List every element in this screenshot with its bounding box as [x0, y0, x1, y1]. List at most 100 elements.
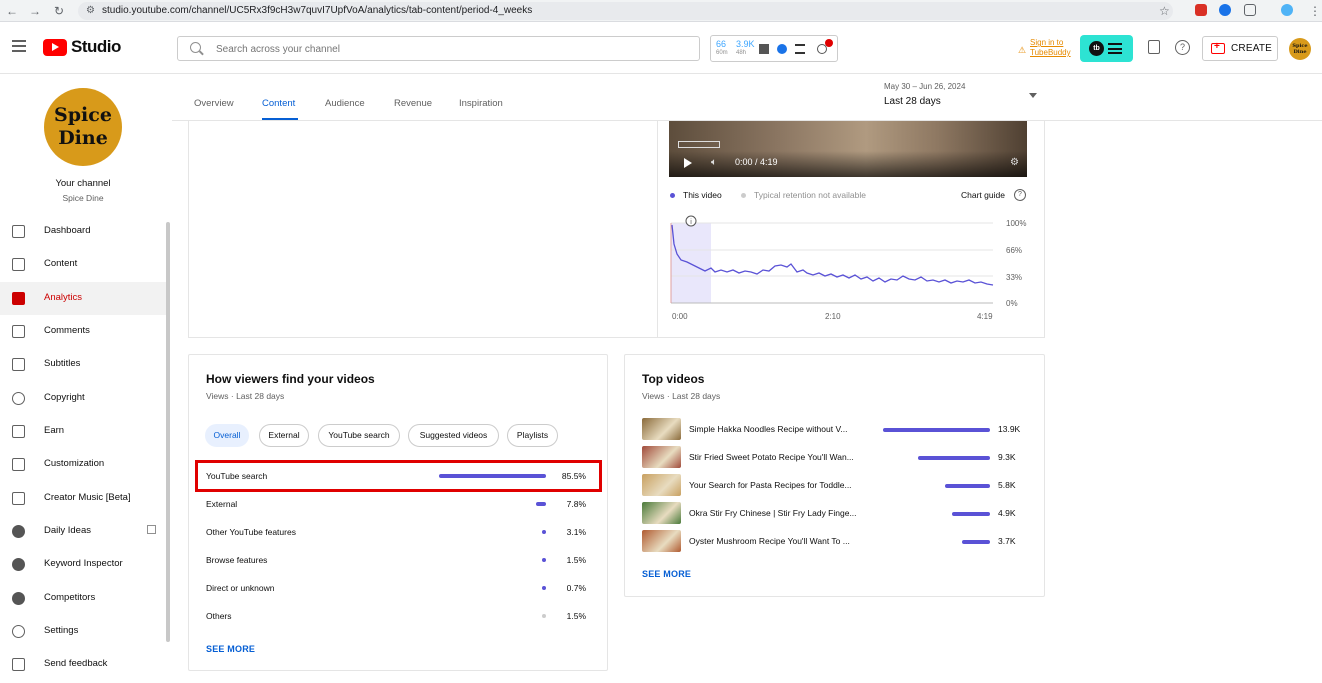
stat-sub: 48h [736, 50, 747, 56]
tubebuddy-signin-link[interactable]: Sign in to TubeBuddy [1030, 38, 1071, 58]
video-thumbnail[interactable] [642, 502, 681, 524]
see-more-link[interactable]: SEE MORE [642, 569, 691, 579]
chart-guide-link[interactable]: Chart guide [961, 190, 1005, 200]
video-title[interactable]: Simple Hakka Noodles Recipe without V... [689, 424, 847, 434]
tab-revenue[interactable]: Revenue [394, 98, 432, 109]
tab-overview[interactable]: Overview [194, 98, 234, 109]
traffic-source-row[interactable]: Direct or unknown 0.7% [189, 574, 607, 602]
customization-icon [12, 458, 25, 471]
sidebar-item-send-feedback[interactable]: Send feedback [0, 648, 166, 681]
create-button[interactable]: CREATE [1202, 36, 1278, 61]
sidebar-item-label: Analytics [44, 292, 83, 303]
stat-48h: 3.9K 48h [736, 39, 755, 56]
forward-arrow-icon[interactable]: → [29, 3, 41, 19]
video-thumbnail[interactable] [642, 474, 681, 496]
sidebar-item-competitors[interactable]: Competitors [0, 582, 166, 615]
video-player[interactable]: 🔈︎ 0:00 / 4:19 ⚙ [669, 121, 1027, 177]
site-settings-icon[interactable]: ⚙ [86, 5, 95, 16]
youtube-logo-icon[interactable] [43, 39, 67, 56]
list-icon[interactable] [795, 44, 805, 54]
video-progress[interactable] [678, 141, 720, 148]
extension-icon[interactable] [1219, 4, 1231, 16]
tab-inspiration[interactable]: Inspiration [459, 98, 503, 109]
browser-menu-icon[interactable]: ⋮ [1309, 3, 1321, 19]
date-range-text: May 30 – Jun 26, 2024 [884, 82, 966, 91]
sidebar: Spice Dine Your channel Spice Dine Dashb… [0, 74, 172, 683]
video-title[interactable]: Okra Stir Fry Chinese | Stir Fry Lady Fi… [689, 508, 857, 518]
sidebar-item-dashboard[interactable]: Dashboard [0, 215, 166, 248]
help-icon[interactable]: ? [1014, 189, 1026, 201]
play-icon[interactable] [684, 158, 692, 168]
extension-icon[interactable] [1195, 4, 1207, 16]
tubebuddy-stats[interactable]: 66 60m 3.9K 48h [710, 35, 838, 62]
video-thumbnail[interactable] [642, 530, 681, 552]
top-video-row[interactable]: Your Search for Pasta Recipes for Toddle… [625, 473, 1043, 501]
see-more-link[interactable]: SEE MORE [206, 644, 255, 654]
sidebar-item-copyright[interactable]: Copyright [0, 382, 166, 415]
top-video-row[interactable]: Okra Stir Fry Chinese | Stir Fry Lady Fi… [625, 501, 1043, 529]
sidebar-item-customization[interactable]: Customization [0, 448, 166, 481]
video-settings-gear-icon[interactable]: ⚙ [1010, 157, 1019, 168]
traffic-source-row[interactable]: Others 1.5% [189, 602, 607, 630]
tubebuddy-icon[interactable] [777, 44, 787, 54]
search-box[interactable] [177, 36, 700, 61]
sidebar-item-daily-ideas[interactable]: Daily Ideas [0, 515, 166, 548]
sidebar-item-earn[interactable]: Earn [0, 415, 166, 448]
extensions-puzzle-icon[interactable] [1244, 4, 1256, 16]
sidebar-item-keyword-inspector[interactable]: Keyword Inspector [0, 548, 166, 581]
copyright-icon [12, 392, 25, 405]
video-thumbnail[interactable] [642, 446, 681, 468]
traffic-source-row[interactable]: Browse features 1.5% [189, 546, 607, 574]
top-video-row[interactable]: Oyster Mushroom Recipe You'll Want To ..… [625, 529, 1043, 557]
sidebar-item-analytics[interactable]: Analytics [0, 282, 166, 315]
channel-avatar[interactable]: Spice Dine [44, 88, 122, 166]
hamburger-menu-icon[interactable] [12, 40, 26, 52]
analytics-icon [12, 292, 25, 305]
chip-external[interactable]: External [259, 424, 309, 447]
bookmark-star-icon[interactable]: ☆ [1159, 3, 1170, 19]
external-link-icon[interactable] [147, 525, 156, 534]
sidebar-scrollbar[interactable] [166, 222, 170, 642]
chip-suggested-videos[interactable]: Suggested videos [408, 424, 499, 447]
sidebar-item-content[interactable]: Content [0, 248, 166, 281]
sidebar-item-label: Creator Music [Beta] [44, 492, 131, 503]
tubebuddy-menu-button[interactable]: tb [1080, 35, 1133, 62]
traffic-source-row[interactable]: External 7.8% [189, 490, 607, 518]
volume-icon[interactable]: 🔈︎ [711, 157, 717, 168]
dropdown-caret-icon[interactable] [1029, 93, 1037, 98]
chart-icon[interactable] [759, 44, 769, 54]
traffic-source-label: Browse features [206, 555, 268, 565]
top-video-row[interactable]: Simple Hakka Noodles Recipe without V...… [625, 417, 1043, 445]
tab-content[interactable]: Content [262, 98, 295, 109]
chip-overall[interactable]: Overall [205, 424, 249, 447]
card-subtitle: Views · Last 28 days [642, 391, 721, 401]
chip-playlists[interactable]: Playlists [507, 424, 558, 447]
video-thumbnail[interactable] [642, 418, 681, 440]
chip-youtube-search[interactable]: YouTube search [318, 424, 400, 447]
top-video-row[interactable]: Stir Fried Sweet Potato Recipe You'll Wa… [625, 445, 1043, 473]
video-title[interactable]: Your Search for Pasta Recipes for Toddle… [689, 480, 852, 490]
sidebar-item-settings[interactable]: Settings [0, 615, 166, 648]
traffic-source-row[interactable]: Other YouTube features 3.1% [189, 518, 607, 546]
video-title[interactable]: Oyster Mushroom Recipe You'll Want To ..… [689, 536, 850, 546]
search-input[interactable] [216, 40, 686, 58]
studio-logo-text[interactable]: Studio [71, 37, 121, 57]
sidebar-item-subtitles[interactable]: Subtitles [0, 348, 166, 381]
help-icon[interactable]: ? [1175, 40, 1190, 55]
sidebar-item-comments[interactable]: Comments [0, 315, 166, 348]
back-arrow-icon[interactable]: ← [6, 3, 18, 19]
traffic-source-bar [542, 586, 546, 590]
x-tick-label: 2:10 [825, 312, 841, 321]
sidebar-item-creator-music-beta[interactable]: Creator Music [Beta] [0, 482, 166, 515]
y-tick-label: 100% [1006, 219, 1026, 228]
feedback-icon[interactable] [1148, 40, 1160, 54]
card-title: How viewers find your videos [206, 372, 375, 386]
y-tick-label: 0% [1006, 299, 1018, 308]
profile-icon[interactable] [1281, 4, 1293, 16]
address-bar[interactable]: ⚙ studio.youtube.com/channel/UC5Rx3f9cH3… [78, 2, 1173, 20]
account-avatar[interactable]: Spice Dine [1289, 38, 1311, 60]
video-title[interactable]: Stir Fried Sweet Potato Recipe You'll Wa… [689, 452, 854, 462]
video-views: 13.9K [998, 424, 1021, 434]
tab-audience[interactable]: Audience [325, 98, 365, 109]
reload-icon[interactable]: ↻ [54, 3, 64, 19]
